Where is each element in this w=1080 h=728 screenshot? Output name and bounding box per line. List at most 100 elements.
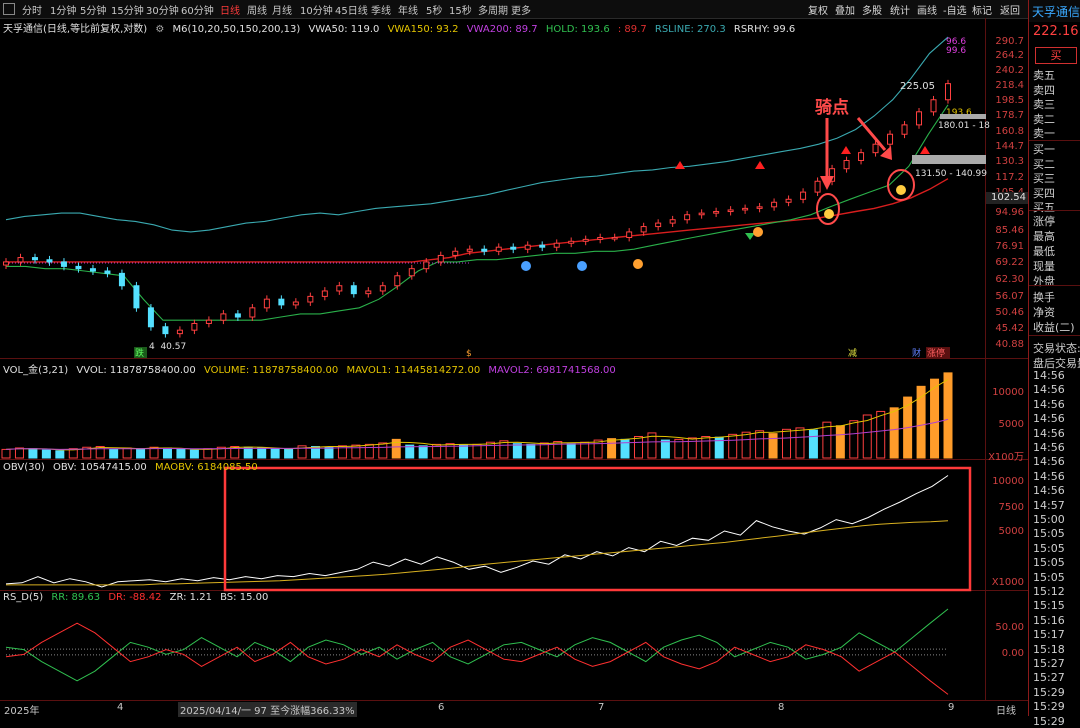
sidebar-divider [1029, 210, 1080, 211]
candle-body [930, 99, 937, 113]
resistance-zone-1 [940, 114, 986, 119]
trade-time: 15:18 [1033, 642, 1065, 656]
candle-body [162, 326, 169, 335]
candle-body [626, 231, 633, 238]
candle-body [133, 285, 140, 309]
volume-bar [176, 448, 186, 459]
trade-time: 14:56 [1033, 369, 1065, 382]
volume-bar [620, 438, 630, 459]
candle-body [872, 143, 879, 154]
price-tick: 240.2 [995, 65, 1024, 76]
price-tick: 62.30 [995, 274, 1024, 285]
stock-name-header: 天孚通信 [1029, 0, 1080, 22]
volume-bar [41, 449, 51, 459]
volume-bar [593, 439, 603, 459]
candle-body [814, 180, 821, 193]
candle-body [843, 159, 850, 170]
candle-body [17, 257, 24, 263]
stock-name: 天孚通信 [1032, 5, 1080, 19]
marker-dollar-icon: $ [466, 349, 472, 359]
trade-time: 15:05 [1033, 527, 1065, 541]
volume-bar [526, 443, 536, 459]
candle-body [205, 319, 212, 324]
x-label-year: 2025年 [4, 706, 40, 717]
candle-body [640, 226, 647, 233]
candle-body [191, 322, 198, 331]
price-tick: 290.7 [995, 36, 1024, 47]
trade-time: 14:56 [1033, 484, 1065, 498]
x-label-7: 7 [598, 702, 605, 713]
trade-time: 14:57 [1033, 498, 1065, 512]
price-tick: 45.42 [995, 323, 1024, 334]
stat-label: 涨停 [1033, 215, 1055, 228]
price-tick: 264.2 [995, 50, 1024, 61]
volume-bar [55, 450, 65, 459]
candle-body [46, 259, 53, 263]
signal-marker-icon [577, 261, 587, 271]
trade-time: 15:12 [1033, 585, 1065, 598]
obv-axis-10000: 10000 [992, 476, 1024, 487]
price-tick: 50.46 [995, 307, 1024, 318]
trade-time: 15:05 [1033, 541, 1065, 555]
volume-bar [930, 378, 940, 459]
volume-bar [943, 372, 953, 459]
candle-body [611, 236, 618, 240]
trade-time: 14:56 [1033, 412, 1065, 426]
current-price-tag: 102.54 [986, 192, 1028, 204]
signal-marker-icon [521, 261, 531, 271]
obv-legend: OBV(30) OBV: 10547415.00 MAOBV: 6184085.… [3, 462, 263, 473]
volume-bar [459, 444, 469, 459]
price-tick: 85.46 [995, 225, 1024, 236]
rs-legend: RS_D(5) RR: 89.63 DR: -88.42 ZR: 1.21 BS… [3, 592, 273, 603]
volume-bar [28, 448, 38, 459]
candle-body [147, 307, 154, 328]
volume-bar [499, 440, 509, 459]
stat-label: 外盘 [1033, 275, 1055, 288]
volume-bar [136, 448, 146, 459]
price-tick: 94.96 [995, 207, 1024, 218]
candle-body [684, 214, 691, 221]
volume-bar [14, 447, 24, 459]
x-label-6: 6 [438, 702, 445, 713]
period-label: 日线 [996, 706, 1016, 717]
price-tick: 218.4 [995, 80, 1024, 91]
bs-value: BS: 15.00 [220, 592, 269, 603]
volume-bar [378, 442, 388, 459]
vol-axis-5000: 5000 [998, 419, 1024, 430]
trade-time: 15:05 [1033, 570, 1065, 584]
obv-title: OBV(30) [3, 462, 45, 473]
signal-triangle-icon [841, 146, 851, 154]
candle-body [901, 124, 908, 135]
stock-price: 222.16 [1033, 24, 1079, 39]
marker-jian: 减 [848, 347, 857, 359]
buy-button[interactable]: 买 [1035, 47, 1077, 64]
candle-body [394, 275, 401, 287]
trade-time: 15:29 [1033, 685, 1065, 699]
candle-body [365, 290, 372, 295]
x-label-4: 4 [117, 702, 124, 713]
candle-body [118, 272, 125, 287]
candle-body [408, 268, 415, 277]
support-zone-2 [912, 155, 986, 164]
volume-value: VOLUME: 11878758400.00 [203, 365, 339, 376]
candle-body [553, 242, 560, 248]
signal-marker-icon [753, 227, 763, 237]
series-line-0 [5, 36, 949, 233]
volume-bar [795, 427, 805, 459]
trade-time: 14:56 [1033, 469, 1065, 483]
stat-label: 换手 [1033, 291, 1055, 304]
stat-label: 最高 [1033, 230, 1055, 243]
price-tick: 69.22 [995, 257, 1024, 268]
candle-body [263, 298, 270, 309]
volume-bar [324, 446, 334, 459]
volume-bar [122, 447, 132, 459]
signal-marker-icon [896, 185, 906, 195]
volume-bar [351, 444, 361, 459]
obv-axis-5000: 5000 [998, 526, 1024, 537]
signal-triangle-icon [755, 161, 765, 169]
obv-series-1 [6, 520, 949, 586]
candle-body [495, 246, 502, 252]
volume-bar [741, 431, 751, 459]
zr-value: ZR: 1.21 [169, 592, 212, 603]
obv-series-0 [5, 475, 949, 588]
